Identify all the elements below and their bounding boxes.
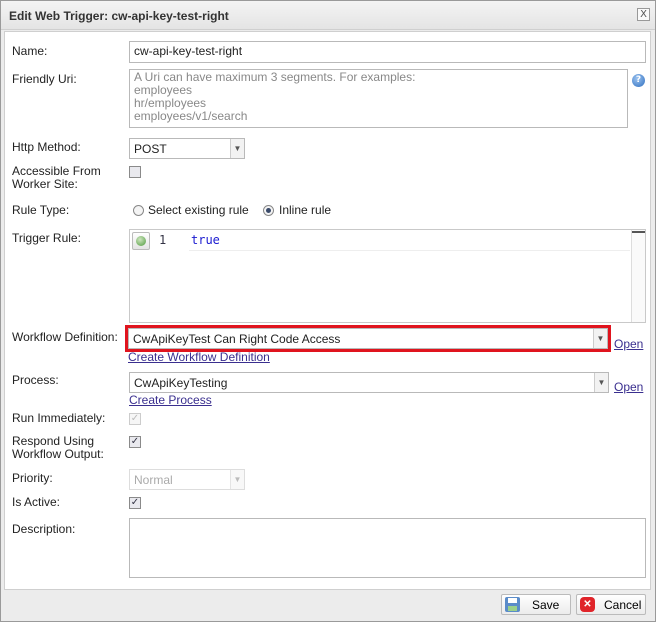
help-icon[interactable]: ?: [632, 74, 645, 87]
workflow-definition-label: Workflow Definition:: [12, 330, 118, 344]
rule-type-label: Rule Type:: [12, 203, 70, 217]
line-number: 1: [159, 233, 167, 247]
create-workflow-definition-link[interactable]: Create Workflow Definition: [128, 350, 270, 364]
workflow-definition-value: CwApiKeyTest Can Right Code Access: [133, 332, 341, 346]
respond-using-label: Respond Using Workflow Output:: [12, 434, 104, 461]
http-method-label: Http Method:: [12, 140, 81, 154]
cancel-button[interactable]: ✕ Cancel: [576, 594, 646, 615]
name-input[interactable]: cw-api-key-test-right: [129, 41, 646, 63]
run-immediately-checkbox[interactable]: ✓: [129, 413, 141, 425]
priority-value: Normal: [134, 473, 173, 487]
description-label: Description:: [12, 522, 76, 536]
friendly-uri-label: Friendly Uri:: [12, 72, 77, 86]
chevron-down-icon: ▼: [594, 373, 608, 392]
process-select[interactable]: CwApiKeyTesting ▼: [129, 372, 609, 393]
placeholder-line: employees: [134, 83, 193, 97]
placeholder-line: A Uri can have maximum 3 segments. For e…: [134, 70, 416, 84]
friendly-uri-input[interactable]: A Uri can have maximum 3 segments. For e…: [129, 69, 628, 128]
close-icon[interactable]: X: [637, 8, 650, 21]
dialog-titlebar[interactable]: Edit Web Trigger: cw-api-key-test-right …: [1, 1, 655, 30]
save-icon: [505, 597, 520, 612]
save-button[interactable]: Save: [501, 594, 571, 615]
chevron-down-icon: ▼: [593, 329, 607, 348]
radio-label-existing: Select existing rule: [148, 203, 249, 217]
priority-label: Priority:: [12, 471, 53, 485]
description-input[interactable]: [129, 518, 646, 578]
code-text: true: [191, 233, 220, 247]
editor-scrollbar[interactable]: [631, 230, 645, 322]
radio-select-existing-rule[interactable]: [133, 205, 144, 216]
respond-using-checkbox[interactable]: ✓: [129, 436, 141, 448]
cancel-icon: ✕: [580, 597, 595, 612]
workflow-definition-select[interactable]: CwApiKeyTest Can Right Code Access ▼: [128, 328, 608, 349]
cancel-label: Cancel: [604, 598, 642, 612]
open-workflow-definition-link[interactable]: Open: [614, 337, 643, 351]
is-active-checkbox[interactable]: ✓: [129, 497, 141, 509]
radio-label-inline: Inline rule: [279, 203, 332, 217]
dialog-title: Edit Web Trigger: cw-api-key-test-right: [9, 9, 229, 23]
http-method-value: POST: [134, 142, 167, 156]
radio-inline-rule[interactable]: [263, 205, 274, 216]
create-process-link[interactable]: Create Process: [129, 393, 212, 407]
open-process-link[interactable]: Open: [614, 380, 643, 394]
accessible-checkbox[interactable]: [129, 166, 141, 178]
run-immediately-label: Run Immediately:: [12, 411, 106, 425]
is-active-label: Is Active:: [12, 495, 61, 509]
save-label: Save: [532, 598, 560, 612]
process-value: CwApiKeyTesting: [134, 376, 228, 390]
trigger-rule-editor[interactable]: 1 true: [129, 229, 646, 323]
http-method-select[interactable]: POST ▼: [129, 138, 245, 159]
chevron-down-icon: ▼: [230, 470, 244, 489]
placeholder-line: employees/v1/search: [134, 109, 248, 123]
expression-builder-icon[interactable]: [132, 232, 150, 250]
accessible-label: Accessible From Worker Site:: [12, 164, 101, 191]
trigger-rule-label: Trigger Rule:: [12, 231, 81, 245]
chevron-down-icon: ▼: [230, 139, 244, 158]
process-label: Process:: [12, 373, 59, 387]
priority-select[interactable]: Normal ▼: [129, 469, 245, 490]
name-label: Name:: [12, 44, 48, 58]
